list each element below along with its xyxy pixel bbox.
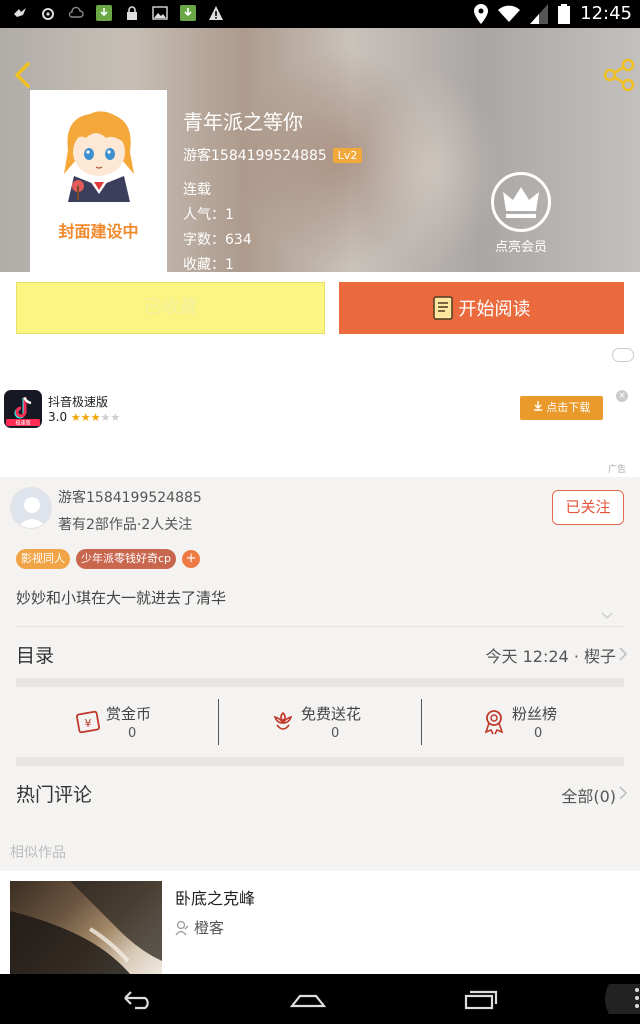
cover-placeholder-illustration <box>64 111 134 202</box>
book-description: 妙妙和小琪在大一就进去了清华 <box>16 589 227 607</box>
level-badge: Lv2 <box>332 147 363 163</box>
ad-banner[interactable]: 极速版 抖音极速版 3.0 ★★★★★ 点击下载 × 广告 <box>0 344 640 477</box>
reward-coin-icon: ¥ <box>76 710 100 734</box>
book-favorites: 收藏：1 <box>183 257 234 272</box>
system-nav-bar <box>0 974 640 1024</box>
book-title: 青年派之等你 <box>183 110 303 134</box>
weibo-notification-icon <box>42 8 54 20</box>
reward-coin-value: 0 <box>128 726 137 741</box>
table-of-contents-row[interactable]: 目录 今天 12:24 · 楔子 <box>0 628 640 678</box>
book-status: 连载 <box>183 182 211 198</box>
similar-works-label: 相似作品 <box>10 845 66 861</box>
free-flower-value: 0 <box>331 726 340 741</box>
cover-placeholder-label: 封面建设中 <box>58 222 139 241</box>
section-band <box>16 678 624 687</box>
author-works: 著有2部作品·2人关注 <box>58 517 193 533</box>
flower-icon <box>273 711 293 730</box>
toc-title: 目录 <box>16 645 55 667</box>
ad-download-label: 点击下载 <box>546 401 591 414</box>
author-section: 游客1584199524885 著有2部作品·2人关注 已关注 影视同人 少年派… <box>0 477 640 627</box>
hot-comments-title: 热门评论 <box>16 784 93 806</box>
ad-tag: 广告 <box>608 462 626 475</box>
status-bar: 12:45 <box>0 0 640 28</box>
back-nav-icon[interactable] <box>117 984 157 1014</box>
ad-rating: 3.0 ★★★★★ <box>48 410 121 424</box>
similar-work-author: 橙客 <box>175 917 224 938</box>
home-nav-icon[interactable] <box>288 984 328 1014</box>
chevron-right-icon <box>619 786 628 800</box>
book-header: 封面建设中 青年派之等你 游客1584199524885 Lv2 连载 人气：1… <box>0 28 640 272</box>
douyin-app-icon: 极速版 <box>4 390 42 428</box>
fan-ranking-label: 粉丝榜 <box>512 705 558 723</box>
divider <box>16 626 624 627</box>
menu-overflow-icon[interactable] <box>590 984 640 1014</box>
reward-coin-label: 赏金币 <box>106 705 152 723</box>
similar-work-title: 卧底之克峰 <box>175 889 256 908</box>
section-band <box>16 757 624 766</box>
action-bar: 已收藏 开始阅读 <box>0 272 640 344</box>
chevron-down-icon[interactable] <box>600 611 614 621</box>
ad-tag-label: 广告 <box>607 465 626 475</box>
book-author-name[interactable]: 游客1584199524885 <box>183 145 327 165</box>
tag-item[interactable]: 少年派零钱好奇cp <box>76 549 177 569</box>
similar-work-cover <box>10 881 162 974</box>
tag-list: 影视同人 少年派零钱好奇cp + <box>16 549 201 569</box>
app-download-icon-2 <box>180 5 196 21</box>
cloud-icon <box>68 6 84 18</box>
vip-button[interactable]: 点亮会员 <box>486 172 556 255</box>
wifi-icon <box>498 5 521 22</box>
fan-ranking-value: 0 <box>534 726 543 741</box>
app-download-icon <box>96 5 112 21</box>
app-icon-caption: 极速版 <box>15 420 30 427</box>
all-comments-link[interactable]: 全部(0) <box>561 783 616 807</box>
start-reading-label: 开始阅读 <box>458 299 531 320</box>
reward-coin-stat[interactable]: ¥ 赏金币 0 <box>16 697 218 747</box>
favorited-button[interactable]: 已收藏 <box>16 282 325 334</box>
hot-comments-row[interactable]: 热门评论 全部(0) <box>0 767 640 817</box>
start-reading-button[interactable]: 开始阅读 <box>339 282 624 334</box>
clock: 12:45 <box>580 3 632 24</box>
add-tag-button[interactable]: + <box>182 550 201 568</box>
warning-icon <box>209 6 223 20</box>
medal-icon <box>484 710 504 735</box>
ad-dismiss-icon[interactable] <box>612 348 634 362</box>
download-icon <box>533 401 542 411</box>
book-cover[interactable]: 封面建设中 <box>30 90 167 272</box>
latest-update: 今天 12:24 · 楔子 <box>485 647 616 666</box>
book-author-line: 游客1584199524885 Lv2 <box>183 145 363 165</box>
ad-app-name: 抖音极速版 <box>48 395 109 409</box>
location-icon <box>474 3 489 24</box>
star-rating-icon: ★★★ <box>70 411 101 424</box>
author-name[interactable]: 游客1584199524885 <box>58 487 202 507</box>
battery-icon <box>558 3 571 24</box>
tag-item[interactable]: 影视同人 <box>16 549 70 569</box>
chevron-right-icon <box>619 647 628 661</box>
lock-icon <box>127 6 137 20</box>
following-button[interactable]: 已关注 <box>552 490 624 525</box>
svg-text:¥: ¥ <box>85 717 92 730</box>
free-flower-label: 免费送花 <box>301 705 362 723</box>
signal-icon <box>530 3 549 24</box>
similar-work-item[interactable]: 卧底之克峰 橙客 <box>0 871 640 974</box>
back-icon[interactable] <box>8 58 38 92</box>
crown-icon <box>491 172 551 232</box>
free-flower-stat[interactable]: 免费送花 0 <box>219 697 421 747</box>
ad-rating-value: 3.0 <box>48 410 68 424</box>
ad-download-button[interactable]: 点击下载 <box>520 396 603 420</box>
image-icon <box>152 6 168 20</box>
avatar[interactable] <box>10 487 52 529</box>
share-icon[interactable] <box>602 58 636 92</box>
stats-bar: ¥ 赏金币 0 免费送花 0 粉丝榜 0 <box>16 697 624 747</box>
vip-label: 点亮会员 <box>494 240 547 255</box>
ad-close-icon[interactable]: × <box>616 390 628 402</box>
book-popularity: 人气：1 <box>183 207 234 223</box>
recent-apps-icon[interactable] <box>460 984 500 1014</box>
book-icon <box>432 296 453 320</box>
book-word-count: 字数：634 <box>183 232 252 248</box>
fan-ranking-stat[interactable]: 粉丝榜 0 <box>422 697 624 747</box>
similar-work-author-name: 橙客 <box>194 919 225 937</box>
bird-notification-icon <box>14 8 26 17</box>
pen-user-icon <box>175 920 189 935</box>
